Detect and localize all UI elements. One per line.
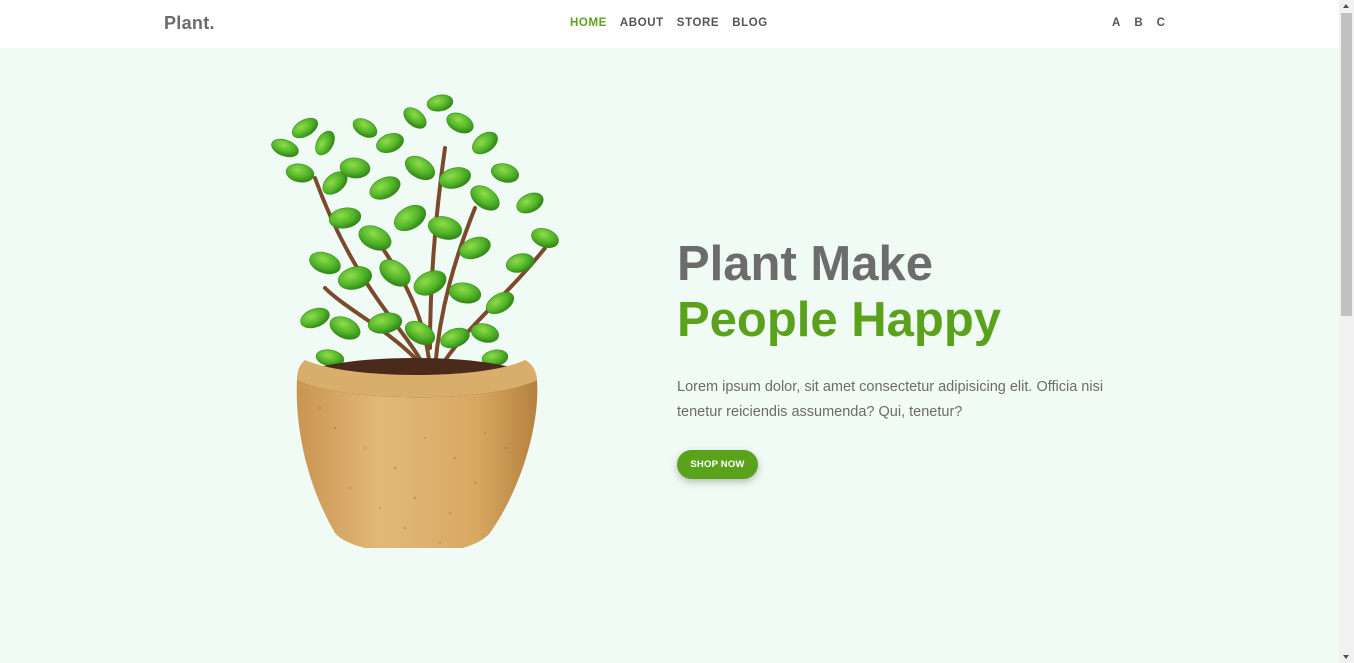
header-icon-c[interactable]: C [1157, 17, 1165, 29]
scroll-down-arrow-icon[interactable] [1339, 651, 1354, 663]
nav-link-store[interactable]: STORE [677, 17, 719, 29]
header-icons: A B C [1112, 17, 1165, 29]
header-icon-a[interactable]: A [1112, 17, 1120, 29]
site-header: Plant. HOME ABOUT STORE BLOG A B C [0, 0, 1339, 48]
headline-line-1: Plant Make [677, 237, 933, 291]
site-logo[interactable]: Plant. [164, 13, 215, 34]
potted-plant-image [255, 88, 575, 554]
header-icon-b[interactable]: B [1134, 17, 1142, 29]
nav-link-home[interactable]: HOME [570, 17, 607, 29]
nav-link-blog[interactable]: BLOG [732, 17, 768, 29]
hero-section: Plant Make People Happy Lorem ipsum dolo… [0, 48, 1339, 663]
scroll-up-arrow-icon[interactable] [1339, 0, 1354, 12]
hero-headline: Plant Make People Happy [677, 236, 1001, 348]
hero-description: Lorem ipsum dolor, sit amet consectetur … [677, 379, 1104, 420]
headline-line-2: People Happy [677, 293, 1002, 347]
shop-now-button[interactable]: SHOP NOW [677, 450, 758, 479]
main-nav: HOME ABOUT STORE BLOG [570, 17, 768, 29]
scroll-thumb[interactable] [1341, 13, 1352, 316]
vertical-scrollbar[interactable] [1339, 0, 1354, 663]
nav-link-about[interactable]: ABOUT [620, 17, 664, 29]
